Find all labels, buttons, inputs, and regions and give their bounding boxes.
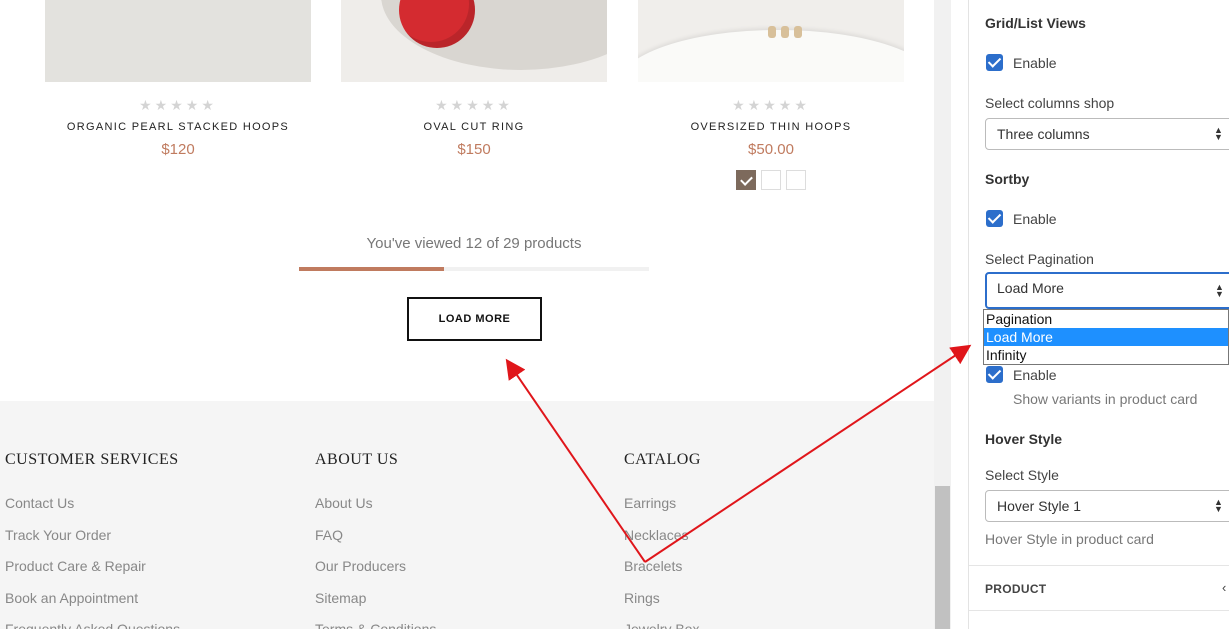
section-title-sortby: Sortby (985, 171, 1030, 187)
product-card[interactable]: ★★★★★ ORGANIC PEARL STACKED HOOPS $120 (45, 0, 311, 158)
footer-column-about-us: ABOUT US About Us FAQ Our Producers Site… (315, 451, 436, 629)
pagination-option[interactable]: Infinity (984, 346, 1228, 364)
checkmark-icon[interactable] (986, 210, 1003, 227)
product-section-toggle[interactable]: PRODUCT ‹ (969, 565, 1229, 611)
section-title-hover: Hover Style (985, 431, 1063, 447)
footer-link[interactable]: Frequently Asked Questions (5, 620, 180, 629)
footer-column-customer-services: CUSTOMER SERVICES Contact Us Track Your … (5, 451, 180, 629)
rating-stars: ★★★★★ (139, 97, 217, 113)
product-price: $120 (161, 141, 195, 158)
columns-select[interactable]: Three columns ▲ ▼ (985, 118, 1229, 150)
hover-help-text: Hover Style in product card (985, 531, 1154, 547)
pagination-label: Select Pagination (985, 251, 1094, 267)
footer-link[interactable]: FAQ (315, 526, 436, 558)
footer-column-catalog: CATALOG Earrings Necklaces Bracelets Rin… (624, 451, 701, 629)
section-label-product: PRODUCT (985, 582, 1047, 596)
updown-caret-icon: ▲ ▼ (1214, 125, 1223, 142)
variants-help-text: Show variants in product card (1013, 391, 1198, 407)
footer-link[interactable]: Our Producers (315, 557, 436, 589)
viewed-count-text: You've viewed 12 of 29 products (366, 235, 582, 252)
hover-style-select[interactable]: Hover Style 1 ▲ ▼ (985, 490, 1229, 522)
load-progress-bar (299, 267, 649, 271)
section-title-grid-list: Grid/List Views (985, 15, 1086, 31)
pagination-select[interactable]: Load More ▲ ▼ (985, 272, 1229, 309)
footer-heading: ABOUT US (315, 451, 399, 468)
product-card[interactable]: ★★★★★ OVERSIZED THIN HOOPS $50.00 (638, 0, 904, 190)
footer-link[interactable]: Book an Appointment (5, 589, 180, 621)
preview-scrollbar[interactable] (934, 0, 951, 629)
swatch[interactable] (761, 170, 781, 190)
swatch[interactable] (786, 170, 806, 190)
footer-link[interactable]: Terms & Conditions (315, 620, 436, 629)
variants-enable-checkbox[interactable]: Enable (986, 366, 1057, 383)
checkbox-label: Enable (1013, 210, 1057, 227)
footer-link[interactable]: Track Your Order (5, 526, 180, 558)
footer-link[interactable]: Product Care & Repair (5, 557, 180, 589)
sortby-enable-checkbox[interactable]: Enable (986, 210, 1057, 227)
product-title[interactable]: OVERSIZED THIN HOOPS (638, 121, 904, 133)
footer-link[interactable]: Sitemap (315, 589, 436, 621)
product-title[interactable]: OVAL CUT RING (341, 121, 607, 133)
load-progress-fill (299, 267, 444, 271)
product-title[interactable]: ORGANIC PEARL STACKED HOOPS (45, 121, 311, 133)
footer-link[interactable]: Necklaces (624, 526, 701, 558)
updown-caret-icon: ▲ ▼ (1214, 497, 1223, 514)
scrollbar-thumb[interactable] (935, 486, 950, 629)
color-swatches (638, 170, 904, 190)
pagination-option-selected[interactable]: Load More (984, 328, 1228, 346)
product-price: $150 (457, 141, 491, 158)
footer-heading: CATALOG (624, 451, 701, 468)
footer-link[interactable]: Bracelets (624, 557, 701, 589)
footer-link[interactable]: Jewelry Box (624, 620, 701, 629)
footer-link[interactable]: Contact Us (5, 494, 180, 526)
load-more-button[interactable]: LOAD MORE (407, 297, 542, 341)
product-price: $50.00 (748, 141, 794, 158)
pagination-options-list: Pagination Load More Infinity (983, 309, 1229, 365)
footer-link[interactable]: Earrings (624, 494, 701, 526)
updown-caret-icon: ▲ ▼ (1215, 282, 1224, 299)
checkmark-icon[interactable] (986, 366, 1003, 383)
checkbox-label: Enable (1013, 366, 1057, 383)
product-card[interactable]: ★★★★★ OVAL CUT RING $150 (341, 0, 607, 158)
footer-heading: CUSTOMER SERVICES (5, 451, 179, 468)
site-footer: CUSTOMER SERVICES Contact Us Track Your … (0, 401, 934, 629)
checkbox-label: Enable (1013, 54, 1057, 71)
grid-list-enable-checkbox[interactable]: Enable (986, 54, 1057, 71)
store-preview: ★★★★★ ORGANIC PEARL STACKED HOOPS $120 ★… (0, 0, 934, 629)
columns-label: Select columns shop (985, 95, 1115, 111)
rating-stars: ★★★★★ (732, 97, 810, 113)
hover-style-label: Select Style (985, 467, 1059, 483)
rating-stars: ★★★★★ (435, 97, 513, 113)
swatch-selected[interactable] (736, 170, 756, 190)
checkmark-icon[interactable] (986, 54, 1003, 71)
product-image[interactable] (45, 0, 311, 82)
product-image[interactable] (638, 0, 904, 82)
chevron-left-icon: ‹ (1222, 580, 1227, 595)
pagination-option[interactable]: Pagination (984, 310, 1228, 328)
product-image[interactable] (341, 0, 607, 82)
footer-link[interactable]: About Us (315, 494, 436, 526)
footer-link[interactable]: Rings (624, 589, 701, 621)
